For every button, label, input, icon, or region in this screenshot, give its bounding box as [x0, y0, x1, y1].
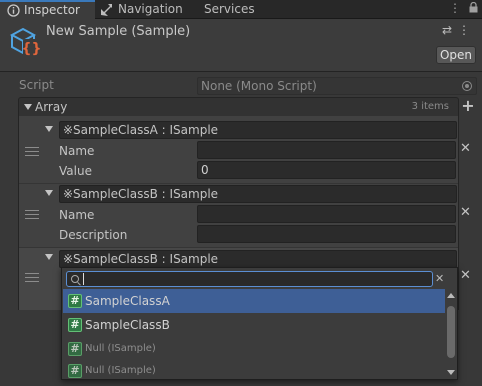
script-label: Script: [19, 78, 54, 92]
preset-settings-icon[interactable]: ⇄: [442, 23, 458, 37]
remove-element-button[interactable]: ✕: [460, 141, 471, 156]
asset-title: New Sample (Sample): [46, 24, 191, 39]
dropdown-scrollbar[interactable]: [445, 289, 457, 379]
dropdown-item[interactable]: # SampleClassB: [63, 313, 445, 337]
remove-element-button[interactable]: ✕: [460, 268, 471, 283]
tab-inspector[interactable]: Inspector: [0, 0, 95, 19]
tab-navigation-label: Navigation: [118, 2, 183, 16]
drag-handle-icon[interactable]: [25, 273, 39, 282]
description-field[interactable]: [197, 225, 456, 243]
window-controls: ⋮: [449, 1, 478, 15]
type-selector[interactable]: ※SampleClassB : ISample: [59, 185, 457, 203]
tab-bar: Inspector Navigation Services ⋮: [0, 0, 482, 19]
foldout-arrow-icon[interactable]: [45, 126, 53, 132]
remove-element-button[interactable]: ✕: [460, 205, 471, 220]
field-label: Name: [59, 144, 95, 158]
scriptable-object-icon: {}: [9, 27, 42, 57]
context-menu-icon[interactable]: ⋮: [458, 23, 476, 37]
script-field-value: None (Mono Script): [201, 79, 317, 93]
more-options-icon[interactable]: ⋮: [449, 1, 469, 15]
dropdown-item-label: Null (ISample): [85, 365, 156, 376]
object-picker-icon[interactable]: [462, 81, 472, 91]
foldout-arrow-icon[interactable]: [24, 104, 32, 110]
clear-search-icon[interactable]: ✕: [435, 272, 444, 285]
array-count: 3 items: [411, 101, 449, 112]
type-selector[interactable]: ※SampleClassA : ISample: [59, 121, 457, 139]
dropdown-item[interactable]: # Null (ISample): [63, 359, 445, 379]
value-field[interactable]: 0: [197, 161, 456, 179]
search-icon: [71, 275, 79, 283]
dropdown-item-label: SampleClassB: [85, 318, 170, 332]
tab-navigation[interactable]: Navigation: [98, 0, 192, 19]
type-selector[interactable]: ※SampleClassB : ISample: [59, 250, 457, 268]
tab-services-label: Services: [204, 2, 255, 16]
drag-handle-icon[interactable]: [25, 210, 39, 219]
array-element-1: ※SampleClassB : ISample Name Description: [18, 184, 459, 246]
name-field[interactable]: [197, 205, 456, 223]
scroll-up-icon[interactable]: [447, 293, 455, 298]
script-field[interactable]: None (Mono Script): [197, 77, 477, 95]
array-element-0: ※SampleClassA : ISample Name Value 0: [18, 120, 459, 182]
lock-icon[interactable]: [469, 1, 478, 13]
script-row: Script None (Mono Script): [0, 77, 482, 95]
type-dropdown: ✕ # SampleClassA # SampleClassB # Null (…: [61, 267, 458, 380]
navigation-icon: [101, 4, 112, 16]
scrollbar-thumb[interactable]: [447, 306, 455, 358]
dropdown-search[interactable]: [66, 271, 433, 287]
array-header[interactable]: Array 3 items: [18, 97, 459, 117]
header-actions: ⇄⋮: [442, 23, 476, 37]
scroll-down-icon[interactable]: [447, 370, 455, 375]
dropdown-item[interactable]: # Null (ISample): [63, 337, 445, 361]
drag-handle-icon[interactable]: [25, 147, 39, 156]
svg-text:{}: {}: [22, 41, 42, 57]
tab-services[interactable]: Services: [202, 0, 262, 19]
open-button[interactable]: Open: [436, 46, 476, 64]
add-element-button[interactable]: +: [461, 98, 475, 114]
inspector-header: {} New Sample (Sample) ⇄⋮ Open: [0, 19, 482, 72]
field-label: Description: [59, 228, 128, 242]
script-hash-icon: #: [68, 294, 82, 308]
dropdown-item-label: SampleClassA: [85, 294, 170, 308]
foldout-arrow-icon[interactable]: [45, 190, 53, 196]
name-field[interactable]: [197, 141, 456, 159]
dropdown-item[interactable]: # SampleClassA: [63, 289, 445, 313]
tab-inspector-label: Inspector: [24, 3, 80, 17]
script-hash-icon: #: [68, 318, 82, 332]
search-input[interactable]: [83, 273, 423, 285]
script-hash-icon: #: [68, 364, 82, 378]
field-label: Value: [59, 164, 92, 178]
dropdown-item-label: Null (ISample): [85, 343, 156, 354]
field-label: Name: [59, 208, 95, 222]
script-hash-icon: #: [68, 342, 82, 356]
foldout-arrow-icon[interactable]: [45, 254, 53, 260]
info-icon: [7, 4, 20, 17]
array-label: Array: [35, 100, 68, 114]
